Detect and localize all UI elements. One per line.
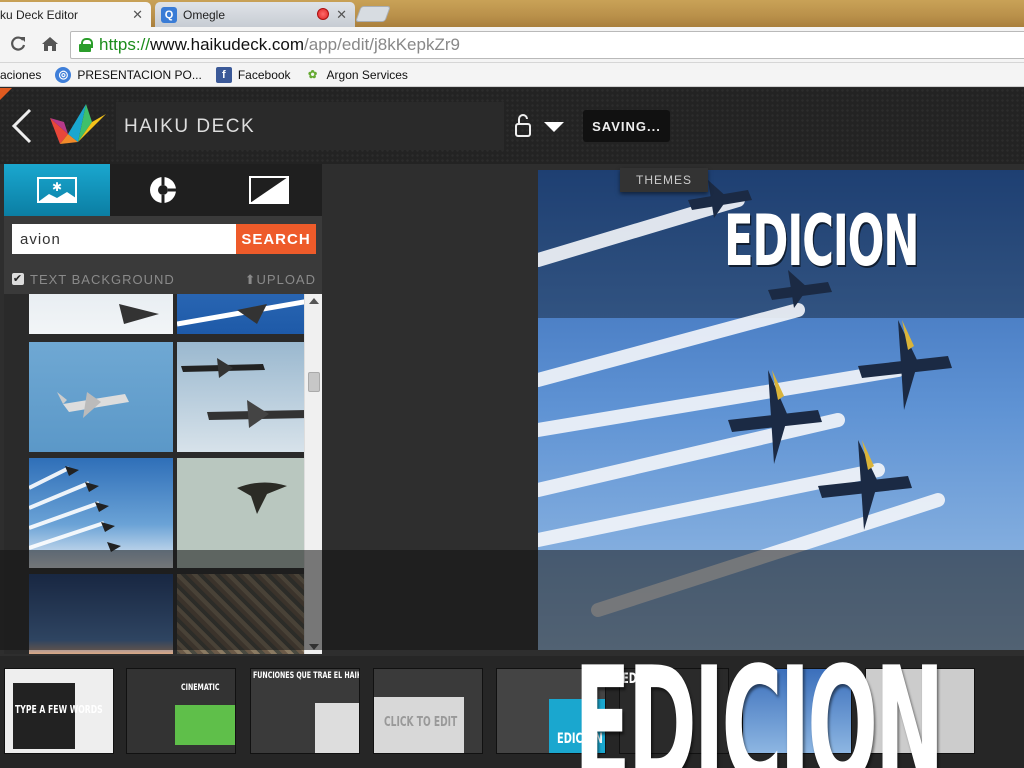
text-background-checkbox[interactable]: ✔	[12, 273, 24, 285]
recording-indicator-icon	[317, 8, 329, 20]
argon-icon: ✿	[304, 66, 321, 83]
contrast-tool-tab[interactable]	[216, 164, 322, 216]
app-title: HAIKU DECK	[124, 116, 256, 137]
image-results-grid	[4, 294, 322, 654]
image-search-input[interactable]	[12, 224, 236, 254]
reload-icon[interactable]	[8, 35, 28, 55]
layout-wheel-icon	[150, 177, 176, 203]
image-icon: ✱	[37, 177, 77, 203]
address-bar[interactable]: https:// www.haikudeck.com /app/edit/j8k…	[70, 31, 1024, 59]
slide-thumbnail-label: CINEMATIC	[181, 683, 220, 693]
tab-title: ku Deck Editor	[0, 7, 79, 22]
upload-label: UPLOAD	[256, 272, 316, 287]
themes-tab[interactable]: THEMES	[620, 168, 708, 192]
search-options-row: ✔ TEXT BACKGROUND ⬆UPLOAD	[4, 266, 322, 294]
bookmark-facebook[interactable]: f Facebook	[215, 66, 291, 83]
globe-icon: ◎	[55, 66, 72, 83]
results-scrollbar[interactable]	[304, 294, 322, 654]
home-icon[interactable]	[40, 35, 60, 55]
image-result[interactable]	[177, 294, 321, 334]
slide-thumbnail-label: TYPE A FEW WORDS	[15, 703, 103, 716]
slide-canvas[interactable]: EDICION	[538, 170, 1024, 650]
layout-tool-tab[interactable]	[110, 164, 216, 216]
slide-thumbnail-label: FUNCIONES QUE TRAE EL HAIKU DECK	[253, 671, 359, 681]
back-arrow-icon[interactable]	[8, 106, 38, 146]
new-tab-button[interactable]	[355, 6, 391, 22]
haiku-deck-logo-icon	[46, 98, 108, 150]
secure-lock-icon	[79, 38, 93, 52]
slide-thumbnail[interactable]: CLICK TO EDIT	[373, 668, 483, 754]
browser-toolbar: https:// www.haikudeck.com /app/edit/j8k…	[0, 27, 1024, 63]
slide-thumbnail-label: CLICK TO EDIT	[384, 715, 458, 730]
haiku-deck-editor: HAIKU DECK SAVING... THEMES ✱ avion SEAR…	[0, 88, 1024, 768]
scroll-down-icon[interactable]	[309, 644, 319, 650]
slide-thumbnail[interactable]: CINEMATIC	[126, 668, 236, 754]
image-result[interactable]	[29, 294, 173, 334]
bookmark-label: Facebook	[237, 67, 291, 82]
browser-tab-bar: ku Deck Editor ✕ Q Omegle ✕	[0, 0, 1024, 27]
scroll-up-icon[interactable]	[309, 298, 319, 304]
image-search-row: SEARCH	[4, 216, 322, 266]
url-host: www.haikudeck.com	[150, 35, 305, 54]
search-button[interactable]: SEARCH	[236, 224, 316, 254]
bookmark-label: aciones	[0, 67, 42, 82]
upload-link[interactable]: ⬆UPLOAD	[245, 272, 316, 288]
corner-ribbon	[0, 88, 12, 100]
bookmark-argon-services[interactable]: ✿ Argon Services	[304, 66, 408, 83]
tab-title: Omegle	[183, 7, 226, 22]
close-tab-icon[interactable]: ✕	[336, 7, 347, 23]
bookmarks-bar: aciones ◎ PRESENTACION PO... f Facebook …	[0, 63, 1024, 87]
slide-thumbnail[interactable]: FUNCIONES QUE TRAE EL HAIKU DECK	[250, 668, 360, 754]
url-path: /app/edit/j8kKepkZr9	[304, 35, 460, 54]
bookmark-aplicaciones[interactable]: aciones	[0, 68, 41, 82]
bookmark-label: PRESENTACION PO...	[77, 67, 202, 82]
contrast-icon	[249, 176, 289, 204]
scrollbar-thumb[interactable]	[308, 372, 320, 392]
slide-thumbnail[interactable]: TYPE A FEW WORDS	[4, 668, 114, 754]
image-result[interactable]	[177, 458, 321, 568]
bookmark-presentacion[interactable]: ◎ PRESENTACION PO...	[55, 66, 202, 83]
close-tab-icon[interactable]: ✕	[132, 7, 143, 23]
saving-status: SAVING...	[583, 110, 670, 142]
image-result[interactable]	[29, 342, 173, 452]
image-result[interactable]	[177, 574, 321, 654]
url-scheme: https://	[99, 35, 151, 54]
text-background-label: TEXT BACKGROUND	[30, 272, 175, 287]
omegle-favicon-icon: Q	[161, 6, 177, 23]
tool-tabs: ✱	[4, 164, 322, 216]
image-result[interactable]	[29, 458, 173, 568]
overlay-title-text: EDICION	[574, 632, 945, 768]
svg-text:✱: ✱	[52, 180, 62, 194]
bookmark-label: Argon Services	[326, 67, 408, 82]
image-result[interactable]	[177, 342, 321, 452]
privacy-toggle[interactable]	[512, 112, 572, 140]
tab-omegle[interactable]: Q Omegle ✕	[155, 2, 355, 27]
image-result[interactable]	[29, 574, 173, 654]
tab-haiku-deck-editor[interactable]: ku Deck Editor ✕	[0, 2, 151, 27]
image-tool-tab[interactable]: ✱	[4, 164, 110, 216]
app-header: HAIKU DECK SAVING...	[0, 88, 1024, 164]
facebook-icon: f	[215, 66, 232, 83]
slide-title[interactable]: EDICION	[724, 200, 920, 282]
